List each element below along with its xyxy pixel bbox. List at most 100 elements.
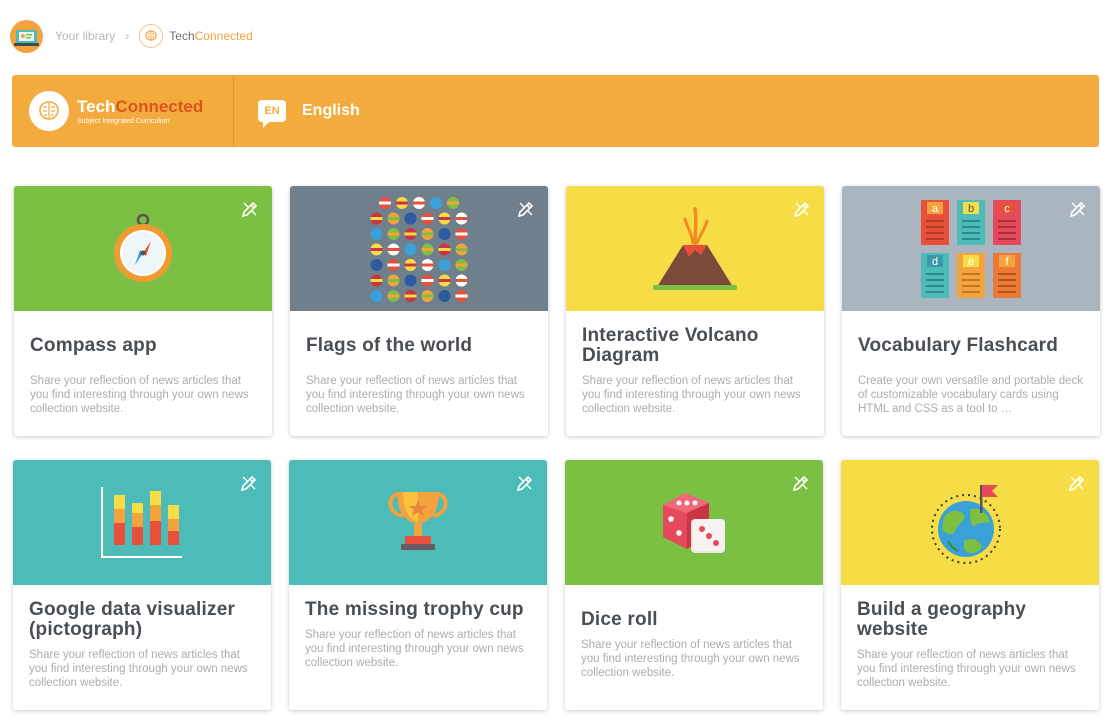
project-card-google-data-visualizer[interactable]: Google data visualizer (pictograph) Shar… [13, 460, 271, 710]
compass-icon [114, 213, 172, 282]
flag-badge [404, 258, 417, 271]
flag-badge [438, 243, 451, 255]
flashcard-a: a [921, 199, 949, 245]
card-description: Share your reflection of news articles t… [857, 649, 1076, 689]
card-title: Dice roll [581, 609, 658, 630]
flashcards-icon: a b c d e f [921, 199, 1021, 298]
flashcard-f: f [993, 252, 1021, 298]
flag-badge [404, 274, 417, 286]
card-description: Share your reflection of news articles t… [29, 649, 248, 689]
project-card-missing-trophy-cup[interactable]: The missing trophy cup Share your reflec… [289, 460, 547, 710]
breadcrumb-library-link[interactable]: Your library [55, 29, 115, 43]
card-title: Build a geography website [857, 599, 1027, 640]
volcano-icon [653, 206, 737, 290]
brand-subtitle: Subject Integrated Curriculum [77, 117, 170, 125]
language-selector[interactable]: EN English [258, 100, 360, 128]
flag-badge [438, 274, 451, 286]
project-card-interactive-volcano-diagram[interactable]: Interactive Volcano Diagram Share your r… [566, 186, 824, 436]
library-avatar-icon[interactable] [10, 19, 43, 53]
card-description: Share your reflection of news articles t… [30, 375, 249, 415]
breadcrumb-current-part2: Connected [194, 29, 253, 43]
card-description: Share your reflection of news articles t… [582, 375, 801, 415]
card-title: Interactive Volcano Diagram [582, 325, 759, 366]
flag-badge [413, 196, 425, 209]
flag-badge [387, 274, 400, 286]
flag-badge [421, 243, 434, 255]
flashcard-letter-e: e [968, 256, 974, 268]
language-code-badge: EN [258, 100, 286, 128]
flag-badge [387, 212, 400, 224]
card-description: Share your reflection of news articles t… [581, 639, 800, 679]
edit-pencil-icon[interactable] [515, 473, 535, 493]
flag-badge [387, 258, 400, 271]
flag-badge [455, 212, 468, 224]
card-title: Vocabulary Flashcard [858, 335, 1059, 356]
flag-badge [370, 227, 383, 240]
flag-badge [447, 196, 459, 209]
edit-pencil-icon[interactable] [1067, 473, 1087, 493]
breadcrumb-current[interactable]: TechConnected [169, 29, 252, 43]
flashcard-c: c [993, 199, 1021, 245]
card-thumbnail [290, 186, 548, 311]
card-thumbnail [289, 460, 547, 585]
flashcard-d: d [921, 252, 949, 298]
flashcard-e: e [957, 252, 985, 298]
curriculum-banner: TechConnected Subject Integrated Curricu… [12, 75, 1099, 147]
card-description: Create your own versatile and portable d… [858, 375, 1084, 415]
flag-badge [404, 289, 417, 302]
edit-pencil-icon[interactable] [791, 473, 811, 493]
card-thumbnail [841, 460, 1099, 585]
project-card-flags-of-the-world[interactable]: Flags of the world Share your reflection… [290, 186, 548, 436]
flag-badge [421, 289, 434, 302]
card-description: Share your reflection of news articles t… [305, 629, 524, 669]
flag-badge [438, 212, 451, 224]
brand-block: TechConnected Subject Integrated Curricu… [12, 75, 234, 147]
edit-pencil-icon[interactable] [1068, 199, 1088, 219]
flashcard-letter-c: c [1004, 203, 1010, 215]
flag-badge [370, 212, 383, 224]
flags-icon [370, 196, 468, 302]
flag-badge [387, 243, 400, 255]
flashcard-b: b [957, 199, 985, 245]
flashcard-letter-a: a [932, 203, 939, 215]
project-card-vocabulary-flashcard[interactable]: a b c d e f Vocabulary Flashcard Create … [842, 186, 1100, 436]
bar-chart-icon [101, 486, 182, 558]
edit-pencil-icon[interactable] [516, 199, 536, 219]
edit-pencil-icon[interactable] [240, 199, 260, 219]
brand-name: TechConnected [77, 96, 204, 116]
project-card-dice-roll[interactable]: Dice roll Share your reflection of news … [565, 460, 823, 710]
flag-badge [404, 227, 417, 240]
flag-badge [430, 196, 442, 209]
card-thumbnail [14, 186, 272, 311]
project-card-build-geography-website[interactable]: Build a geography website Share your ref… [841, 460, 1099, 710]
flashcard-letter-d: d [932, 256, 938, 268]
flag-badge [387, 289, 400, 302]
card-thumbnail: a b c d e f [842, 186, 1100, 311]
brand-name-part1: Tech [77, 96, 116, 116]
flashcard-letter-b: b [968, 203, 974, 215]
flag-badge [421, 227, 434, 240]
card-title: Flags of the world [306, 335, 473, 356]
flag-badge [379, 196, 391, 209]
globe-flag-icon [931, 484, 1001, 564]
flag-badge [370, 243, 383, 255]
trophy-icon [388, 491, 448, 550]
project-card-compass-app[interactable]: Compass app Share your reflection of new… [14, 186, 272, 436]
flag-badge [455, 274, 468, 286]
flag-badge [438, 289, 451, 302]
flag-badge [370, 274, 383, 286]
flag-badge [370, 258, 383, 271]
brain-logo-icon [139, 24, 164, 48]
flag-badge [404, 243, 417, 255]
edit-pencil-icon[interactable] [792, 199, 812, 219]
flag-badge [421, 212, 434, 224]
breadcrumb-current-part1: Tech [169, 29, 195, 43]
chevron-right-icon: › [125, 29, 130, 43]
card-title: Google data visualizer (pictograph) [29, 599, 236, 640]
flag-badge [455, 289, 468, 302]
language-name: English [302, 102, 360, 119]
brand-name-part2: Connected [115, 96, 204, 116]
flag-badge [438, 258, 451, 271]
edit-pencil-icon[interactable] [239, 473, 259, 493]
flag-badge [455, 258, 468, 271]
